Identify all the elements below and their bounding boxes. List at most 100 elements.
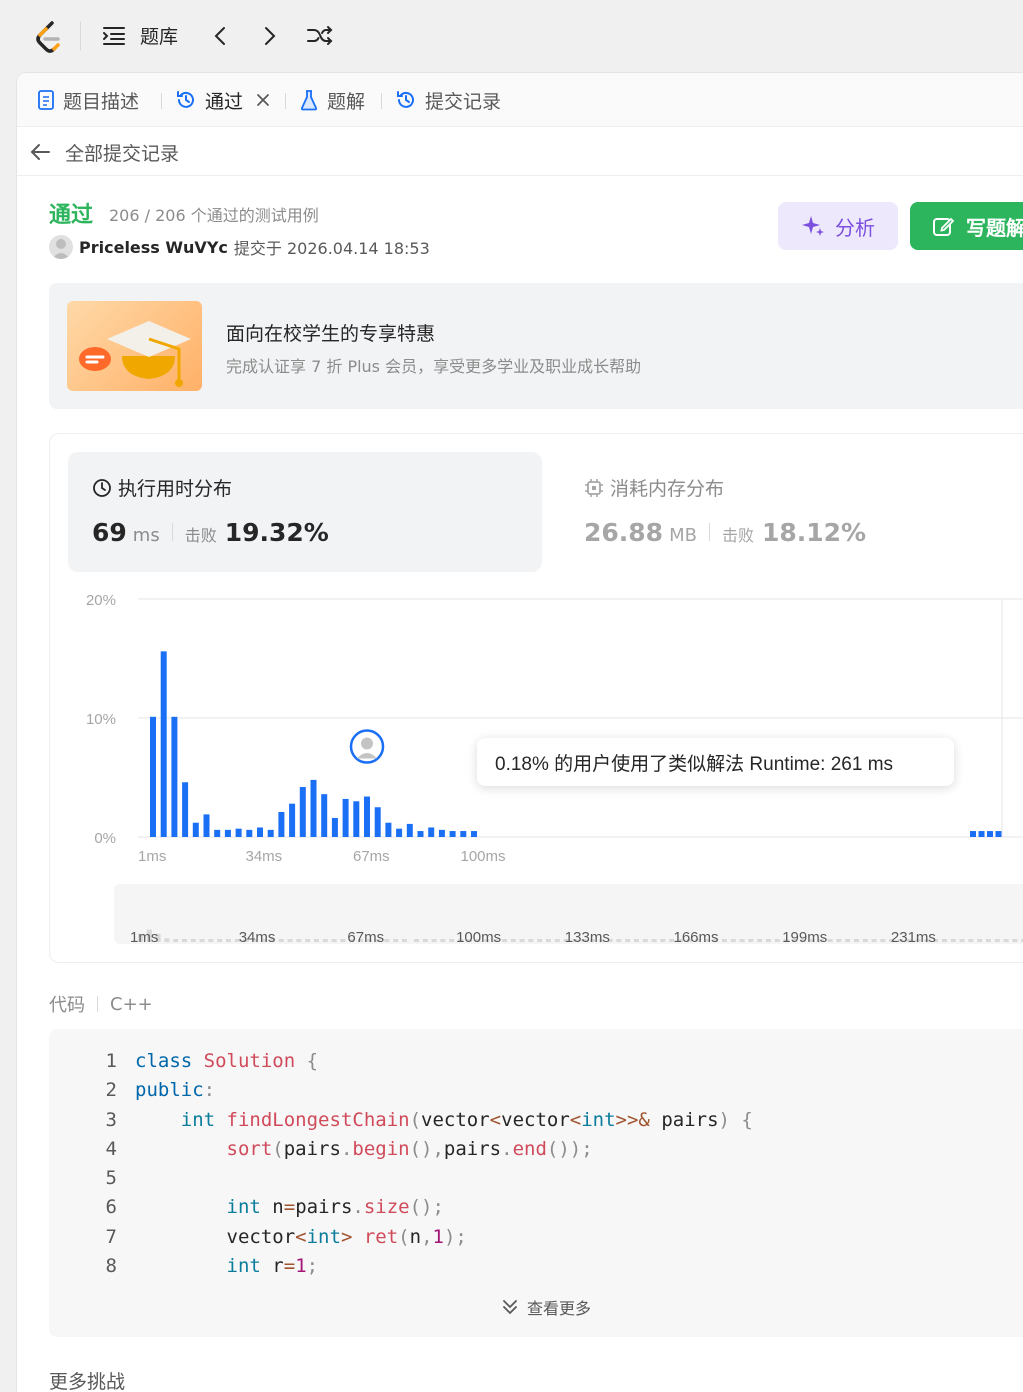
divider — [708, 523, 710, 541]
leetcode-logo-icon[interactable] — [33, 20, 63, 54]
chart-bar[interactable] — [192, 822, 199, 837]
chart-bar[interactable] — [182, 782, 189, 837]
chart-bar[interactable] — [214, 829, 221, 837]
chart-bar[interactable] — [160, 651, 167, 837]
brush-bar — [625, 939, 631, 942]
back-to-all-submissions[interactable]: 全部提交记录 — [29, 137, 179, 167]
brush-bar — [854, 939, 859, 942]
brush-bar — [880, 939, 886, 942]
history-icon — [177, 91, 194, 108]
analyze-button[interactable]: 分析 — [778, 202, 898, 250]
brush-bar — [616, 939, 622, 942]
chart-bar[interactable] — [310, 779, 317, 837]
brush-bar — [519, 939, 525, 942]
memory-values: 26.88 MB 击败 18.12% — [584, 518, 866, 547]
code-block[interactable]: 1 class Solution { 2 public: 3 int findLon… — [49, 1029, 1023, 1337]
chart-bar[interactable] — [235, 828, 242, 837]
chart-bar[interactable] — [970, 831, 976, 837]
problemset-label[interactable]: 题库 — [140, 22, 178, 49]
shuffle-icon[interactable] — [305, 22, 335, 50]
tab-submissions[interactable]: 提交记录 — [395, 86, 501, 114]
submitted-time: 提交于 2026.04.14 18:53 — [233, 239, 430, 258]
brush-bar — [660, 939, 666, 942]
brush-tick-label: 34ms — [239, 929, 276, 944]
memory-unit: MB — [669, 525, 697, 546]
brush-bar — [739, 939, 745, 942]
chart-bar[interactable] — [278, 812, 285, 837]
brush-bar — [217, 939, 223, 942]
chevron-right-icon[interactable] — [256, 22, 282, 50]
chart-bar[interactable] — [203, 814, 210, 837]
brush-bar — [393, 939, 399, 942]
tab-solutions[interactable]: 题解 — [299, 86, 365, 114]
tab-description[interactable]: 题目描述 — [37, 86, 139, 114]
code-label: 代码 — [49, 995, 85, 1016]
back-label: 全部提交记录 — [65, 142, 180, 165]
chart-bar[interactable] — [385, 822, 392, 837]
chart-bar[interactable] — [995, 831, 1002, 837]
promo-subtitle: 完成认证享 7 折 Plus 会员，享受更多学业及职业成长帮助 — [226, 357, 642, 376]
chart-bar[interactable] — [978, 831, 985, 837]
chart-bar[interactable] — [321, 794, 328, 837]
problem-list-icon[interactable] — [101, 24, 127, 48]
username[interactable]: Priceless WuVYc — [79, 238, 228, 257]
chart-bar[interactable] — [417, 831, 424, 837]
chart-bar[interactable] — [428, 827, 435, 837]
view-more-button[interactable]: 查看更多 — [501, 1295, 591, 1319]
brush-bar — [554, 939, 560, 942]
brush-bar — [845, 939, 851, 942]
divider — [17, 175, 1023, 176]
runtime-title: 执行用时分布 — [92, 474, 232, 501]
brush-bar — [322, 939, 328, 942]
x-tick-label: 1ms — [138, 848, 166, 865]
runtime-distribution-chart[interactable]: 20% 10% 0% 1ms 34ms 67ms 100ms — [50, 584, 1023, 874]
chart-bar[interactable] — [438, 829, 445, 837]
more-challenges-heading: 更多挑战 — [49, 1371, 126, 1392]
chart-bar[interactable] — [396, 828, 403, 837]
runtime-card[interactable]: 执行用时分布 69 ms 击败 19.32% — [68, 452, 542, 572]
topbar-divider — [80, 22, 81, 50]
chart-bar[interactable] — [224, 829, 231, 837]
tab-accepted[interactable]: 通过 — [175, 86, 271, 114]
runtime-title-label: 执行用时分布 — [118, 478, 233, 500]
chart-bar[interactable] — [299, 787, 306, 837]
chart-bar[interactable] — [353, 801, 360, 837]
tab-label: 提交记录 — [425, 90, 502, 113]
my-submission-marker[interactable] — [349, 729, 385, 764]
chart-bar[interactable] — [150, 716, 156, 837]
memory-title[interactable]: 消耗内存分布 — [584, 474, 724, 501]
edit-icon — [933, 217, 954, 236]
memory-title-label: 消耗内存分布 — [610, 478, 725, 500]
avatar[interactable] — [49, 235, 73, 259]
close-icon[interactable] — [255, 92, 271, 108]
brush-bar — [314, 939, 319, 942]
chart-bar[interactable] — [331, 817, 338, 837]
brush-tick-label: 231ms — [891, 929, 936, 944]
chart-tooltip: 0.18% 的用户使用了类似解法 Runtime: 261 ms — [477, 738, 954, 786]
runtime-value: 69 — [92, 518, 127, 547]
chart-range-brush[interactable]: 1ms 34ms 67ms 100ms 133ms 166ms 199ms 231ms — [114, 884, 1023, 946]
chart-bar[interactable] — [257, 827, 263, 837]
student-promo-banner[interactable]: 面向在校学生的专享特惠 完成认证享 7 折 Plus 会员，享受更多学业及职业成… — [49, 283, 1023, 409]
brush-bar — [173, 939, 179, 942]
chart-bar[interactable] — [374, 807, 381, 837]
chart-bar[interactable] — [449, 831, 456, 837]
chart-bar[interactable] — [342, 798, 349, 837]
chart-bar[interactable] — [471, 831, 477, 837]
chevron-left-icon[interactable] — [208, 22, 234, 50]
brush-tick-label: 133ms — [565, 929, 610, 944]
document-icon — [38, 90, 54, 110]
brush-bar — [296, 939, 302, 942]
chart-bar[interactable] — [267, 829, 274, 837]
brush-bar — [278, 939, 284, 942]
chart-bar[interactable] — [289, 803, 296, 837]
divider — [97, 996, 98, 1012]
chart-bar[interactable] — [364, 796, 370, 837]
chart-bar[interactable] — [406, 823, 413, 837]
brush-tick-label: 199ms — [782, 929, 827, 944]
chart-bar[interactable] — [171, 716, 178, 837]
chart-bar[interactable] — [460, 831, 467, 837]
chart-bar[interactable] — [987, 831, 993, 837]
write-solution-button[interactable]: 写题解 — [910, 202, 1023, 250]
chart-bar[interactable] — [246, 829, 253, 837]
